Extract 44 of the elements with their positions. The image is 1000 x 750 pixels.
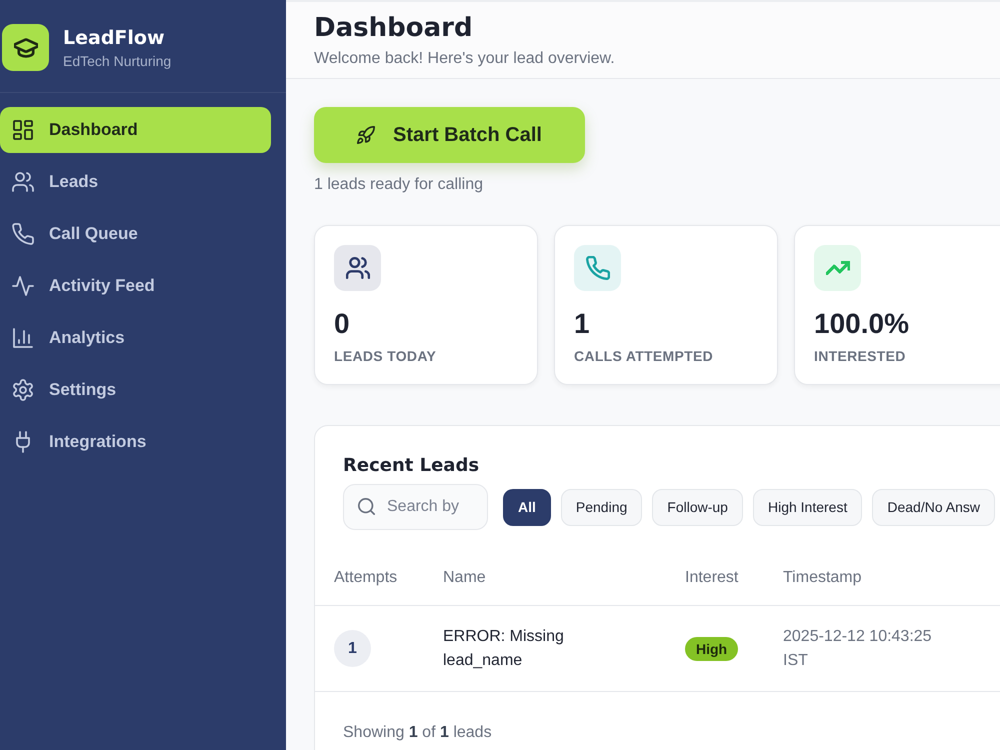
page-title: Dashboard (314, 12, 473, 44)
stat-label: LEADS TODAY (334, 347, 436, 365)
graduation-cap-icon (2, 24, 49, 71)
stat-value: 100.0% (814, 307, 909, 341)
column-header: Timestamp (783, 568, 862, 588)
page-subtitle: Welcome back! Here's your lead overview. (314, 49, 615, 69)
dashboard-icon (12, 119, 34, 141)
stat-value: 0 (334, 307, 350, 341)
filter-chip[interactable]: High Interest (752, 488, 862, 526)
search-icon (358, 498, 375, 515)
filter-chip[interactable]: All (503, 488, 551, 526)
bar-chart-icon (12, 327, 34, 349)
activity-icon (12, 275, 34, 297)
stat-value: 1 (574, 307, 590, 341)
filter-chip[interactable]: Dead/No Answ (872, 488, 995, 526)
sidebar-item[interactable]: Dashboard (0, 107, 271, 153)
sidebar-item[interactable]: Call Queue (0, 211, 271, 257)
stat-label: INTERESTED (814, 347, 906, 365)
interest-badge: High (685, 636, 738, 660)
stat-label: CALLS ATTEMPTED (574, 347, 714, 365)
attempts-count: 1 (334, 630, 371, 667)
search-field[interactable]: Search by (343, 484, 488, 530)
filter-chip[interactable]: Pending (560, 488, 642, 526)
rocket-icon (357, 126, 376, 144)
brand-tagline: EdTech Nurturing (63, 52, 172, 70)
column-header: Attempts (334, 568, 398, 588)
settings-icon (12, 379, 34, 401)
filter-chip[interactable]: Follow-up (652, 488, 743, 526)
sidebar-item[interactable]: Leads (0, 159, 271, 205)
sidebar-item[interactable]: Integrations (0, 419, 271, 465)
sidebar-item[interactable]: Analytics (0, 315, 271, 361)
start-batch-call-button[interactable]: Start Batch Call (314, 107, 585, 163)
timestamp: 2025-12-12 10:43:25 IST (783, 626, 933, 670)
section-title: Recent Leads (343, 454, 480, 478)
column-header: Interest (685, 568, 738, 588)
sidebar-item[interactable]: Activity Feed (0, 263, 271, 309)
phone-icon (12, 223, 34, 245)
ready-note: 1 leads ready for calling (314, 175, 483, 195)
results-summary: Showing 1 of 1 leads (343, 724, 492, 741)
sidebar-item[interactable]: Settings (0, 367, 271, 413)
column-header: Name (443, 568, 486, 588)
brand-name: LeadFlow (63, 26, 166, 50)
users-icon (12, 171, 34, 193)
lead-name: ERROR: Missing lead_name (443, 626, 565, 670)
